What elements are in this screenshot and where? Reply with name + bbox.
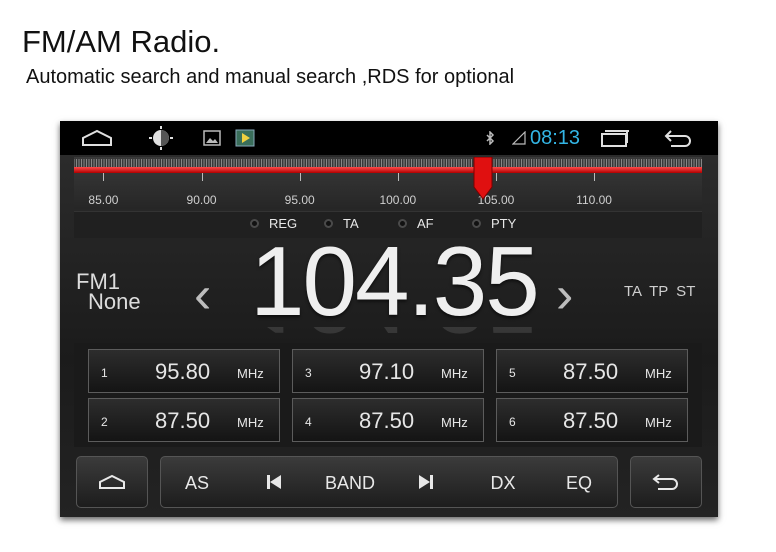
page-title: FM/AM Radio.	[22, 24, 221, 59]
preset-frequency: 87.50	[359, 408, 415, 433]
bottom-toolbar: AS BAND DX EQ	[74, 456, 702, 510]
preset-button-4[interactable]: 4 87.50 MHz	[292, 398, 484, 442]
band-button[interactable]: BAND	[325, 473, 375, 494]
radio-screen: 08:13 85.00 90.00 95.00 100.00 105.00 110.00 …	[60, 121, 718, 517]
page-subtitle: Automatic search and manual search ,RDS …	[26, 66, 515, 88]
dx-button[interactable]: DX	[490, 473, 515, 494]
frequency-display: 104.35	[250, 226, 540, 336]
back-button[interactable]	[630, 456, 702, 508]
back-icon	[652, 474, 678, 490]
scale-label: 90.00	[186, 193, 217, 207]
recent-apps-icon[interactable]	[598, 121, 630, 155]
preset-button-1[interactable]: 1 95.80 MHz	[88, 349, 280, 393]
seek-back-button[interactable]	[266, 474, 282, 490]
clock: 08:13	[530, 127, 581, 149]
major-tick	[594, 173, 596, 181]
preset-number: 3	[305, 366, 312, 380]
tuning-scale[interactable]: 85.00 90.00 95.00 100.00 105.00 110.00	[74, 157, 702, 209]
function-bar	[160, 456, 618, 508]
tuning-needle[interactable]	[472, 157, 494, 201]
home-icon	[99, 474, 125, 489]
tuning-bar	[74, 167, 702, 173]
scale-label: 85.00	[88, 193, 119, 207]
preset-unit: MHz	[645, 415, 672, 430]
preset-number: 2	[101, 415, 108, 429]
preset-grid: 1 95.80 MHz 3 97.10 MHz 5 87.50 MHz 2 87…	[74, 343, 702, 447]
scale-label: 100.00	[379, 193, 417, 207]
preset-button-2[interactable]: 2 87.50 MHz	[88, 398, 280, 442]
skip-back-icon	[267, 475, 281, 489]
preset-frequency: 87.50	[563, 408, 619, 433]
eq-button[interactable]: EQ	[566, 473, 592, 494]
preset-unit: MHz	[441, 366, 468, 381]
preset-unit: MHz	[441, 415, 468, 430]
preset-button-6[interactable]: 6 87.50 MHz	[496, 398, 688, 442]
preset-frequency: 87.50	[155, 408, 211, 433]
skip-forward-icon	[419, 475, 433, 489]
gallery-icon[interactable]	[202, 121, 222, 155]
signal-icon	[512, 121, 526, 155]
back-icon[interactable]	[662, 121, 694, 155]
brightness-icon[interactable]	[148, 121, 174, 155]
station-name: None	[88, 289, 141, 314]
preset-unit: MHz	[237, 366, 264, 381]
major-tick	[299, 173, 301, 181]
preset-number: 1	[101, 366, 108, 380]
home-button[interactable]	[76, 456, 148, 508]
preset-number: 6	[509, 415, 516, 429]
preset-frequency: 87.50	[563, 359, 619, 384]
play-store-icon[interactable]	[234, 121, 256, 155]
status-flags: TA TP ST	[624, 283, 696, 300]
scale-label: 110.00	[576, 193, 612, 207]
seek-prev-button[interactable]: ‹	[194, 269, 211, 321]
major-tick	[397, 173, 399, 181]
preset-number: 4	[305, 415, 312, 429]
seek-next-button[interactable]: ›	[556, 269, 573, 321]
seek-forward-button[interactable]	[418, 474, 434, 490]
major-tick	[103, 173, 105, 181]
preset-frequency: 97.10	[359, 359, 415, 384]
preset-button-5[interactable]: 5 87.50 MHz	[496, 349, 688, 393]
status-bar: 08:13	[60, 121, 718, 155]
preset-frequency: 95.80	[155, 359, 211, 384]
preset-button-3[interactable]: 3 97.10 MHz	[292, 349, 484, 393]
major-tick	[201, 173, 203, 181]
preset-number: 5	[509, 366, 516, 380]
preset-unit: MHz	[237, 415, 264, 430]
preset-unit: MHz	[645, 366, 672, 381]
major-tick	[495, 173, 497, 181]
auto-search-button[interactable]: AS	[185, 473, 209, 494]
scale-label: 95.00	[284, 193, 315, 207]
home-icon[interactable]	[80, 121, 114, 155]
bluetooth-icon	[484, 121, 496, 155]
